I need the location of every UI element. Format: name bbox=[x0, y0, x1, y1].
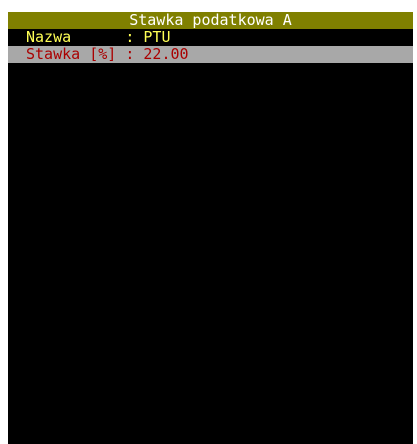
window-title: Stawka podatkowa A bbox=[8, 12, 413, 29]
field-value-stawka[interactable]: 22.00 bbox=[143, 45, 188, 63]
terminal-screen: Stawka podatkowa A Nazwa : PTU Stawka [%… bbox=[8, 12, 413, 444]
field-row-nazwa[interactable]: Nazwa : PTU bbox=[8, 29, 413, 46]
field-label-stawka: Stawka [%] bbox=[26, 45, 117, 63]
field-label-nazwa: Nazwa bbox=[26, 28, 117, 46]
field-value-nazwa[interactable]: PTU bbox=[143, 28, 170, 46]
field-separator: : bbox=[116, 28, 144, 46]
field-separator: : bbox=[116, 45, 144, 63]
field-row-stawka[interactable]: Stawka [%] : 22.00 bbox=[8, 46, 413, 63]
